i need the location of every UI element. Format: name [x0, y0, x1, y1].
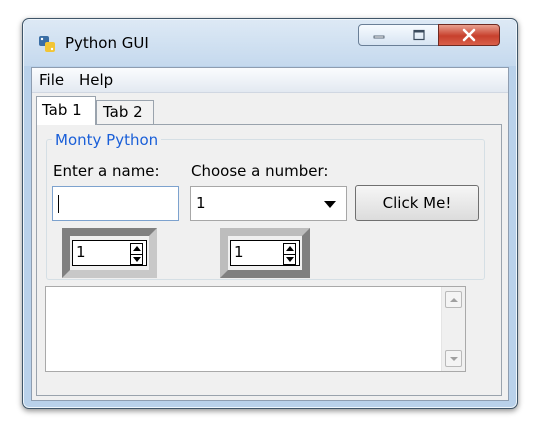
python-icon — [39, 36, 55, 52]
menu-bar: File Help — [32, 68, 508, 93]
tab-1[interactable]: Tab 1 — [36, 96, 96, 125]
minimize-button[interactable] — [358, 24, 400, 46]
click-me-button[interactable]: Click Me! — [355, 185, 479, 221]
tab-2[interactable]: Tab 2 — [96, 100, 154, 124]
tab-panel: Monty Python Enter a name: Choose a numb… — [36, 124, 502, 396]
spin-up-icon[interactable] — [286, 246, 294, 251]
text-caret — [58, 195, 59, 213]
divider — [284, 254, 295, 255]
name-label: Enter a name: — [53, 162, 160, 180]
vertical-scrollbar[interactable] — [441, 287, 465, 371]
spinbox-1-arrows[interactable] — [130, 243, 143, 265]
spinbox-frame-raised: 1 — [220, 228, 310, 278]
spinbox-1-value: 1 — [76, 243, 86, 261]
number-combobox-value: 1 — [196, 194, 206, 212]
spinbox-2[interactable]: 1 — [230, 240, 300, 266]
number-combobox[interactable]: 1 — [190, 186, 347, 221]
group-title: Monty Python — [52, 131, 162, 149]
close-icon — [462, 28, 476, 42]
title-bar[interactable]: Python GUI — [24, 20, 516, 66]
number-label: Choose a number: — [191, 162, 329, 180]
spinbox-1[interactable]: 1 — [72, 240, 147, 266]
maximize-button[interactable] — [399, 24, 439, 46]
minimize-icon — [373, 35, 385, 39]
spin-up-icon[interactable] — [133, 246, 141, 251]
window-title: Python GUI — [65, 34, 149, 52]
spin-down-icon[interactable] — [286, 257, 294, 262]
main-window: Python GUI File Help Tab 1 Tab 2 Monty P… — [22, 18, 518, 409]
scroll-up-arrow-icon[interactable] — [445, 291, 462, 308]
divider — [131, 254, 142, 255]
name-input[interactable] — [52, 186, 179, 221]
spinbox-2-value: 1 — [234, 243, 244, 261]
spin-down-icon[interactable] — [133, 257, 141, 262]
scrolled-text-area[interactable] — [45, 286, 466, 372]
client-area: File Help Tab 1 Tab 2 Monty Python Enter… — [31, 67, 509, 401]
scroll-down-arrow-icon[interactable] — [445, 350, 462, 367]
menu-file[interactable]: File — [39, 71, 64, 89]
maximize-icon — [412, 29, 425, 41]
spinbox-frame-sunken: 1 — [62, 228, 157, 278]
menu-help[interactable]: Help — [79, 71, 113, 89]
spinbox-2-arrows[interactable] — [283, 243, 296, 265]
close-button[interactable] — [438, 24, 500, 46]
chevron-down-icon[interactable] — [324, 201, 336, 208]
